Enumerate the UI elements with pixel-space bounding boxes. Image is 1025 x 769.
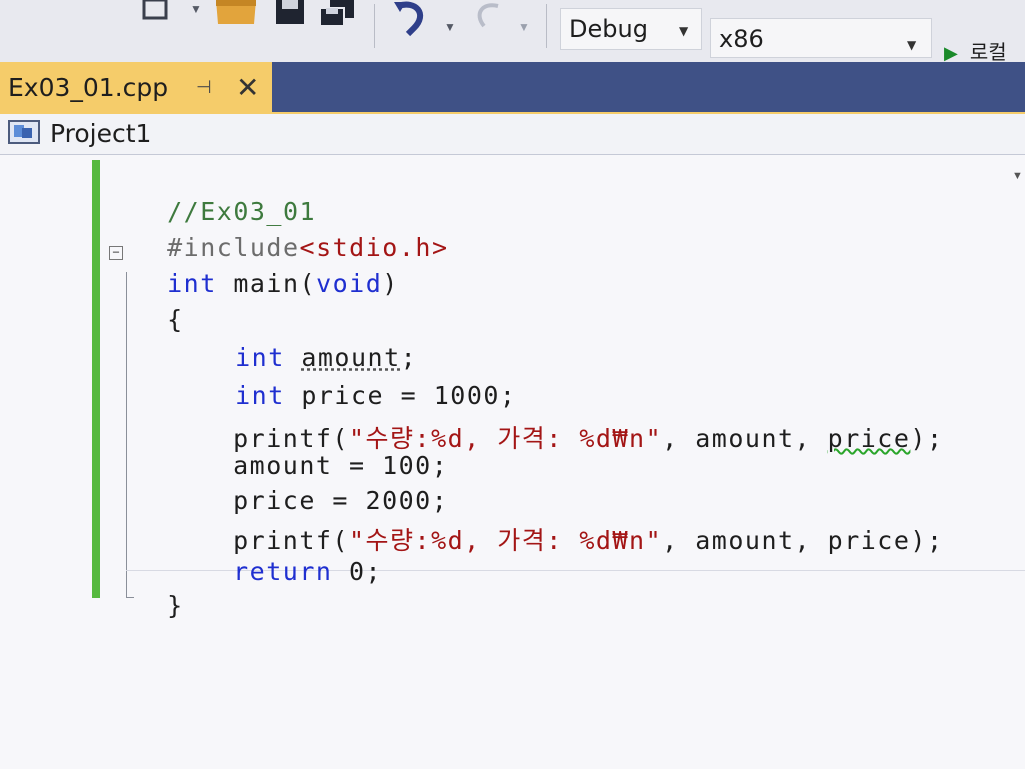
play-icon: ▶ [944,43,958,64]
toolbar-separator [546,4,547,48]
punctuation: ); [910,424,944,453]
scroll-dropdown-icon[interactable]: ▼ [1012,170,1023,182]
code-line[interactable]: } [134,562,184,620]
keyword: return [233,557,333,586]
save-all-icon[interactable] [318,0,358,28]
statement: 0; [332,557,383,586]
open-folder-icon[interactable] [214,0,258,26]
redo-icon [477,3,499,28]
toolbar-separator [374,4,375,48]
collapse-region-icon[interactable]: − [109,246,123,260]
pin-icon[interactable]: ⊣ [196,62,212,114]
chevron-down-icon: ▼ [907,38,917,52]
save-icon[interactable] [276,0,306,26]
close-icon[interactable]: ✕ [236,62,259,114]
navigation-bar [0,114,1025,155]
open-brace: { [167,305,184,334]
project-dropdown[interactable]: Project1 [50,114,151,154]
code-line[interactable]: return 0; [200,528,382,586]
redo-dropdown-icon: ▼ [518,20,530,34]
undo-icon[interactable] [392,0,430,38]
tab-ex03-01-cpp[interactable]: Ex03_01.cpp ⊣ ✕ [0,62,272,114]
tab-filename: Ex03_01.cpp [8,73,169,102]
fold-guide-line [126,272,127,598]
solution-platform-dropdown[interactable]: x86 ▼ [710,18,932,58]
platform-value: x86 [719,25,764,53]
start-debugging-button[interactable]: ▶ 로컬 [944,36,1007,65]
run-target-label: 로컬 [969,40,1007,64]
new-project-icon[interactable] [140,0,174,24]
string-literal: "수량:%d, 가격: %d₩n" [348,526,663,555]
code-line[interactable]: { [134,276,184,334]
punctuation: ) [382,269,399,298]
fold-guide-end [126,597,134,598]
configuration-value: Debug [569,15,648,43]
project-icon [8,120,40,144]
chevron-down-icon: ▼ [679,24,689,38]
warning-identifier: price [827,424,911,453]
new-project-dropdown-icon[interactable]: ▼ [190,2,202,16]
arguments: , amount, [662,424,828,453]
undo-dropdown-icon[interactable]: ▼ [444,20,456,34]
solution-configuration-dropdown[interactable]: Debug ▼ [560,8,702,50]
main-toolbar: ▼ ▼ ▼ Debug ▼ x86 ▼ ▶ 로컬 [0,0,1025,65]
keyword: void [316,269,383,298]
identifier: main( [216,269,317,298]
change-tracking-marker [92,160,100,598]
arguments: , amount, price); [662,526,944,555]
close-brace: } [167,591,184,620]
